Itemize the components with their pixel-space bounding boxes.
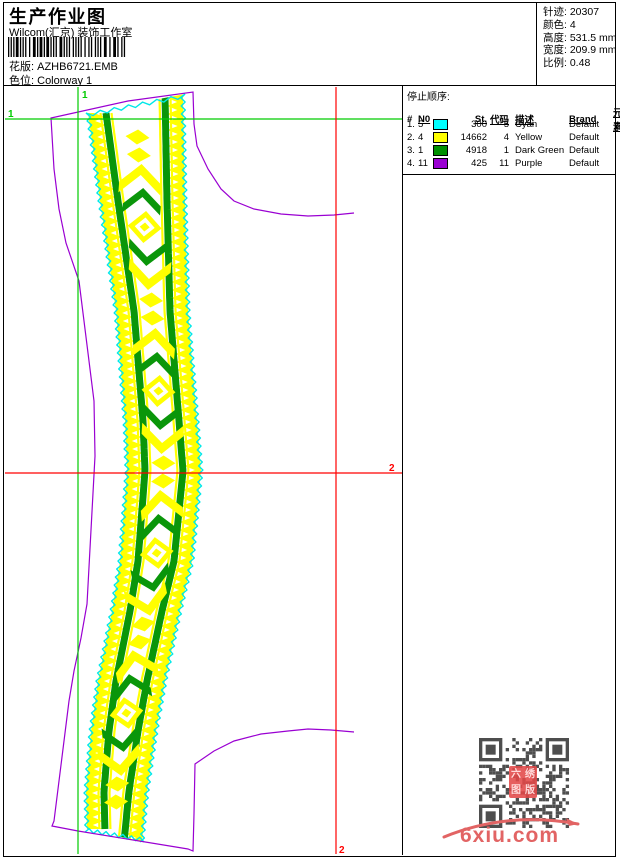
stop-sequence-title: 停止顺序: xyxy=(407,92,450,103)
embroidery-band xyxy=(83,93,204,843)
table-row: 4. 11 425 11 Purple Default xyxy=(407,158,600,169)
table-row: 1. 5 300 5 Cyan Default xyxy=(407,119,600,130)
stop-sequence-table: 停止顺序: # N0 St. 代码 描述 Brand 元素 1. 5 300 5 C… xyxy=(403,86,620,175)
color-swatch xyxy=(433,132,448,143)
watermark-stamp: 六 绣 图 版 xyxy=(509,766,537,798)
stop-sequence-panel: 停止顺序: # N0 St. 代码 描述 Brand 元素 1. 5 300 5 C… xyxy=(402,86,620,855)
qr-code xyxy=(477,736,571,830)
table-row: 2. 4 14662 4 Yellow Default xyxy=(407,132,600,143)
header-divider xyxy=(536,2,537,85)
colors-row: 颜色: 4 xyxy=(543,18,576,31)
color-swatch xyxy=(433,145,448,156)
design-canvas: 1 1 2 2 xyxy=(5,87,403,855)
watermark-block: 六 绣 图 版 6xiu.com xyxy=(403,86,616,855)
barcode xyxy=(8,37,126,57)
stop-sequence-header: # N0 St. 代码 描述 Brand 元素 xyxy=(407,105,620,133)
green-horizontal-label: 1 xyxy=(8,109,14,120)
logo-swoosh xyxy=(442,818,580,839)
col-element: 元素 xyxy=(613,108,620,133)
design-info-box: 针迹: 20307 颜色: 4 高度: 531.5 mm 宽度: 209.9 m… xyxy=(543,6,617,70)
worksheet-page: 生产作业图 Wilcom(汇京) 装饰工作室 花版: AZHB6721.EMB … xyxy=(0,0,620,860)
red-horizontal-label: 2 xyxy=(389,463,395,474)
height-row: 高度: 531.5 mm xyxy=(543,31,617,44)
design-area: 1 1 2 2 停止顺序: # N0 St. 代码 描述 Brand 元素 1.… xyxy=(3,85,620,857)
color-swatch xyxy=(433,119,448,130)
scale-row: 比例: 0.48 xyxy=(543,57,591,70)
width-row: 宽度: 209.9 mm xyxy=(543,44,617,57)
green-vertical-label: 1 xyxy=(82,90,88,101)
table-row: 3. 1 4918 1 Dark Green Default xyxy=(407,145,600,156)
stitches-row: 针迹: 20307 xyxy=(543,6,600,18)
color-swatch xyxy=(433,158,448,169)
site-watermark: 6xiu.com xyxy=(459,824,560,847)
red-vertical-label: 2 xyxy=(339,845,345,855)
